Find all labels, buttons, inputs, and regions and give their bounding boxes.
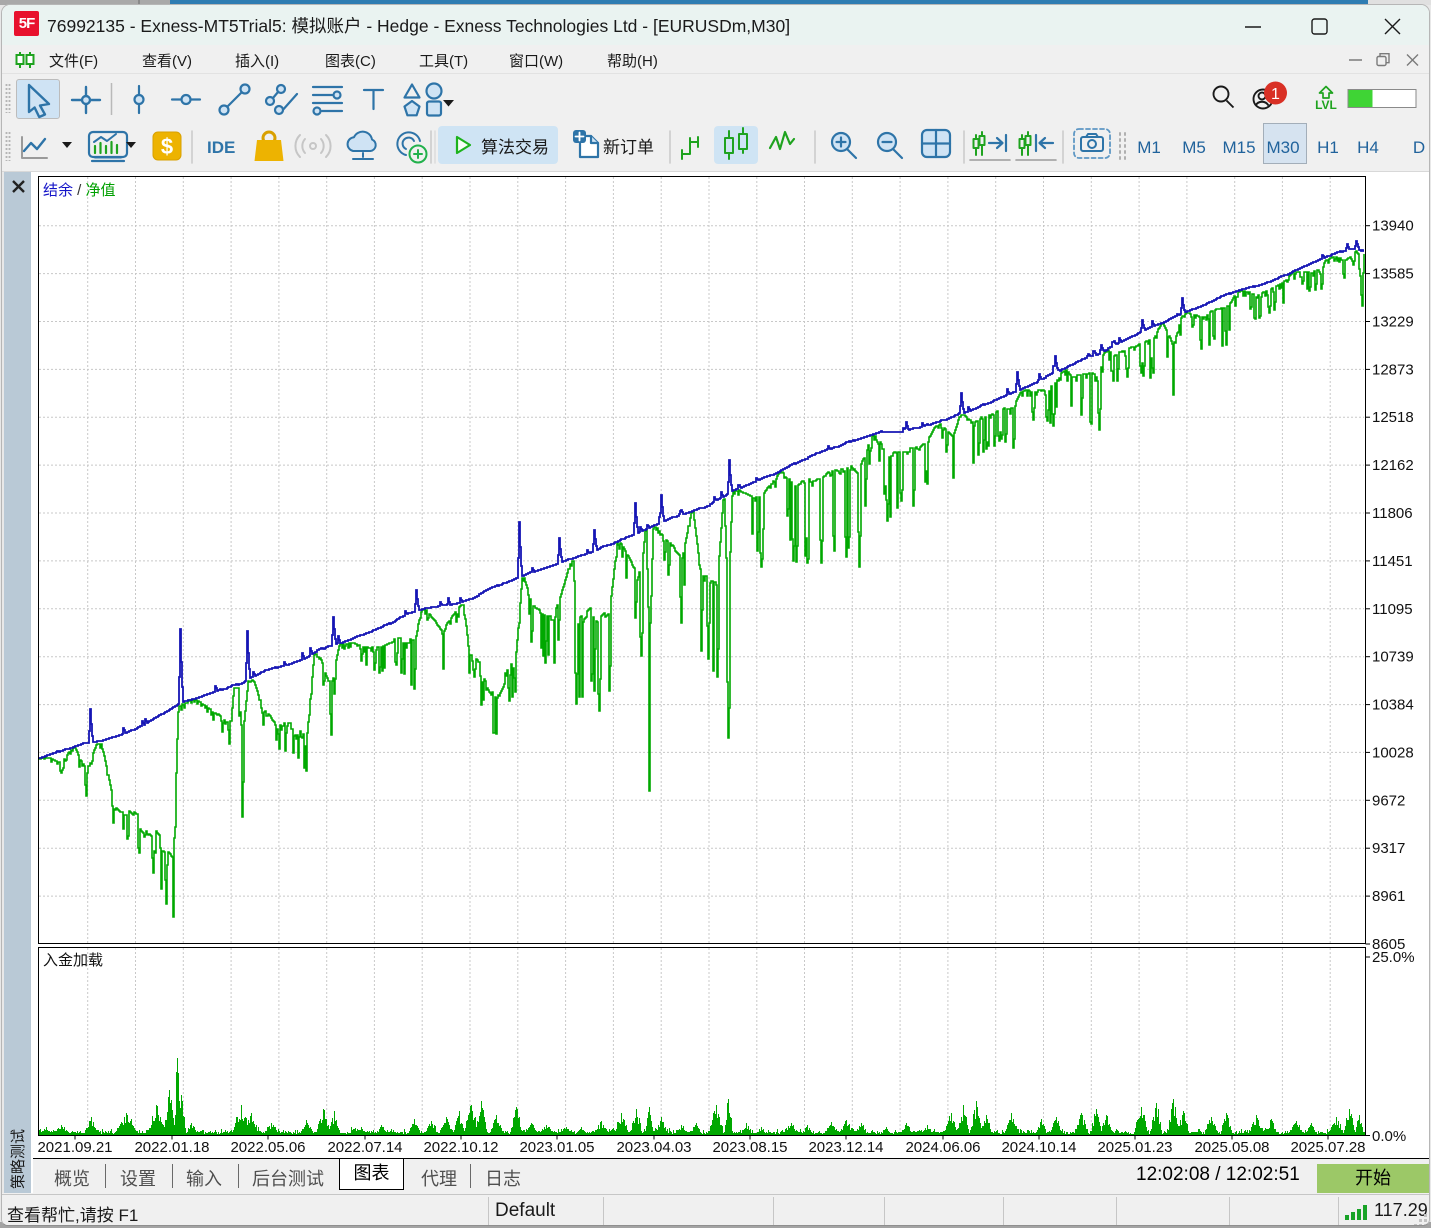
svg-text:8961: 8961	[1372, 888, 1405, 905]
svg-text:M1: M1	[1137, 138, 1161, 157]
svg-text:11806: 11806	[1372, 505, 1413, 522]
svg-text:0.0%: 0.0%	[1372, 1128, 1406, 1145]
svg-text:H4: H4	[1357, 138, 1379, 157]
svg-text:M15: M15	[1222, 138, 1255, 157]
svg-text:25.0%: 25.0%	[1372, 949, 1415, 966]
svg-text:$: $	[161, 134, 173, 159]
svg-text:12518: 12518	[1372, 409, 1414, 426]
svg-text:2024.06.06: 2024.06.06	[905, 1139, 980, 1156]
svg-text:入金加载: 入金加载	[43, 952, 103, 969]
svg-text:M30: M30	[1266, 138, 1299, 157]
svg-text:2023.04.03: 2023.04.03	[616, 1139, 691, 1156]
svg-text:2023.01.05: 2023.01.05	[519, 1139, 594, 1156]
svg-text:结余 / 净值: 结余 / 净值	[43, 181, 116, 199]
svg-text:新订单: 新订单	[603, 138, 654, 157]
svg-text:10384: 10384	[1372, 697, 1414, 714]
svg-text:2024.10.14: 2024.10.14	[1001, 1139, 1076, 1156]
svg-text:2022.01.18: 2022.01.18	[134, 1139, 209, 1156]
svg-text:13585: 13585	[1372, 266, 1414, 283]
svg-text:2025.07.28: 2025.07.28	[1290, 1139, 1365, 1156]
svg-text:2021.09.21: 2021.09.21	[37, 1139, 112, 1156]
svg-text:11095: 11095	[1372, 601, 1413, 618]
svg-text:9672: 9672	[1372, 792, 1405, 809]
svg-text:2022.05.06: 2022.05.06	[230, 1139, 305, 1156]
svg-text:10028: 10028	[1372, 744, 1414, 761]
svg-text:13940: 13940	[1372, 218, 1414, 235]
svg-text:H1: H1	[1317, 138, 1339, 157]
svg-text:2022.10.12: 2022.10.12	[423, 1139, 498, 1156]
svg-text:算法交易: 算法交易	[481, 138, 549, 157]
svg-text:2025.01.23: 2025.01.23	[1097, 1139, 1172, 1156]
svg-text:LVL: LVL	[1315, 98, 1337, 112]
svg-text:IDE: IDE	[207, 138, 235, 157]
svg-text:2022.07.14: 2022.07.14	[327, 1139, 402, 1156]
svg-text:2023.12.14: 2023.12.14	[808, 1139, 883, 1156]
svg-text:D: D	[1413, 138, 1425, 157]
svg-text:13229: 13229	[1372, 314, 1414, 331]
svg-text:12162: 12162	[1372, 457, 1414, 474]
svg-text:2023.08.15: 2023.08.15	[712, 1139, 787, 1156]
svg-text:M5: M5	[1182, 138, 1206, 157]
svg-text:2025.05.08: 2025.05.08	[1194, 1139, 1269, 1156]
svg-text:10739: 10739	[1372, 649, 1414, 666]
svg-text:12873: 12873	[1372, 361, 1414, 378]
svg-text:11451: 11451	[1372, 553, 1413, 570]
svg-text:1: 1	[1271, 86, 1280, 103]
svg-text:9317: 9317	[1372, 840, 1405, 857]
